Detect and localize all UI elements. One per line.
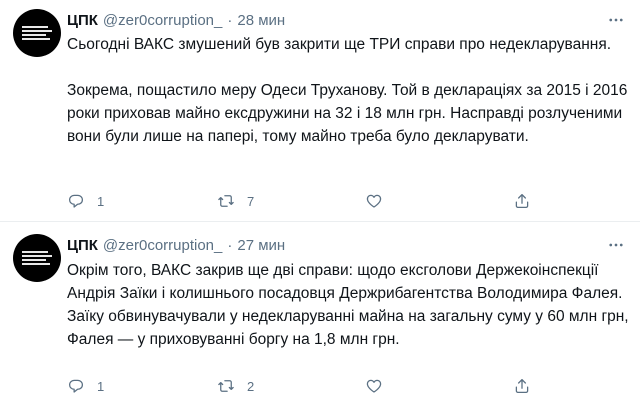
tweet-paragraph: Сьогодні ВАКС змушений був закрити ще ТР… xyxy=(67,36,612,53)
avatar[interactable] xyxy=(13,234,61,282)
tweet-text: Сьогодні ВАКС змушений був закрити ще ТР… xyxy=(67,33,629,148)
timestamp[interactable]: 27 мин xyxy=(237,237,285,254)
tweet-actions: 1 7 xyxy=(67,189,529,213)
more-options-icon[interactable] xyxy=(606,235,626,255)
author-handle[interactable]: @zer0corruption_ xyxy=(103,237,222,254)
tweet-paragraph: Зокрема, пощастило меру Одеси Труханову.… xyxy=(67,82,628,145)
share-icon xyxy=(515,193,529,209)
share-button[interactable] xyxy=(513,192,531,210)
tweet-header: ЦПК @zer0corruption_ · 28 мин xyxy=(67,9,628,31)
reply-button[interactable]: 1 xyxy=(67,377,104,395)
like-button[interactable] xyxy=(365,192,395,210)
share-icon xyxy=(515,378,529,394)
tweet[interactable]: ЦПК @zer0corruption_ · 27 мин Окрім того… xyxy=(0,222,640,408)
logo-icon xyxy=(22,251,52,265)
tweet[interactable]: ЦПК @zer0corruption_ · 28 мин Сьогодні В… xyxy=(0,0,640,222)
retweet-button[interactable]: 2 xyxy=(217,377,254,395)
heart-icon xyxy=(366,194,382,208)
tweet-header: ЦПК @zer0corruption_ · 27 мин xyxy=(67,234,628,256)
avatar[interactable] xyxy=(13,9,61,57)
tweet-text: Окрім того, ВАКС закрив ще дві справи: щ… xyxy=(67,259,629,351)
more-options-icon[interactable] xyxy=(606,10,626,30)
reply-count: 1 xyxy=(97,193,105,209)
author-name[interactable]: ЦПК xyxy=(67,12,98,29)
retweet-count: 7 xyxy=(247,193,255,209)
author-handle[interactable]: @zer0corruption_ xyxy=(103,12,222,29)
comment-icon xyxy=(68,379,84,393)
timestamp[interactable]: 28 мин xyxy=(237,12,285,29)
separator: · xyxy=(227,11,233,29)
separator: · xyxy=(227,236,233,254)
tweet-paragraph: Окрім того, ВАКС закрив ще дві справи: щ… xyxy=(67,262,629,348)
heart-icon xyxy=(366,379,382,393)
logo-icon xyxy=(22,26,52,40)
comment-icon xyxy=(68,194,84,208)
author-name[interactable]: ЦПК xyxy=(67,237,98,254)
share-button[interactable] xyxy=(513,377,531,395)
reply-count: 1 xyxy=(97,378,105,394)
retweet-count: 2 xyxy=(247,378,255,394)
retweet-icon xyxy=(218,195,234,207)
reply-button[interactable]: 1 xyxy=(67,192,104,210)
like-button[interactable] xyxy=(365,377,395,395)
tweet-actions: 1 2 xyxy=(67,374,529,398)
retweet-button[interactable]: 7 xyxy=(217,192,254,210)
retweet-icon xyxy=(218,380,234,392)
